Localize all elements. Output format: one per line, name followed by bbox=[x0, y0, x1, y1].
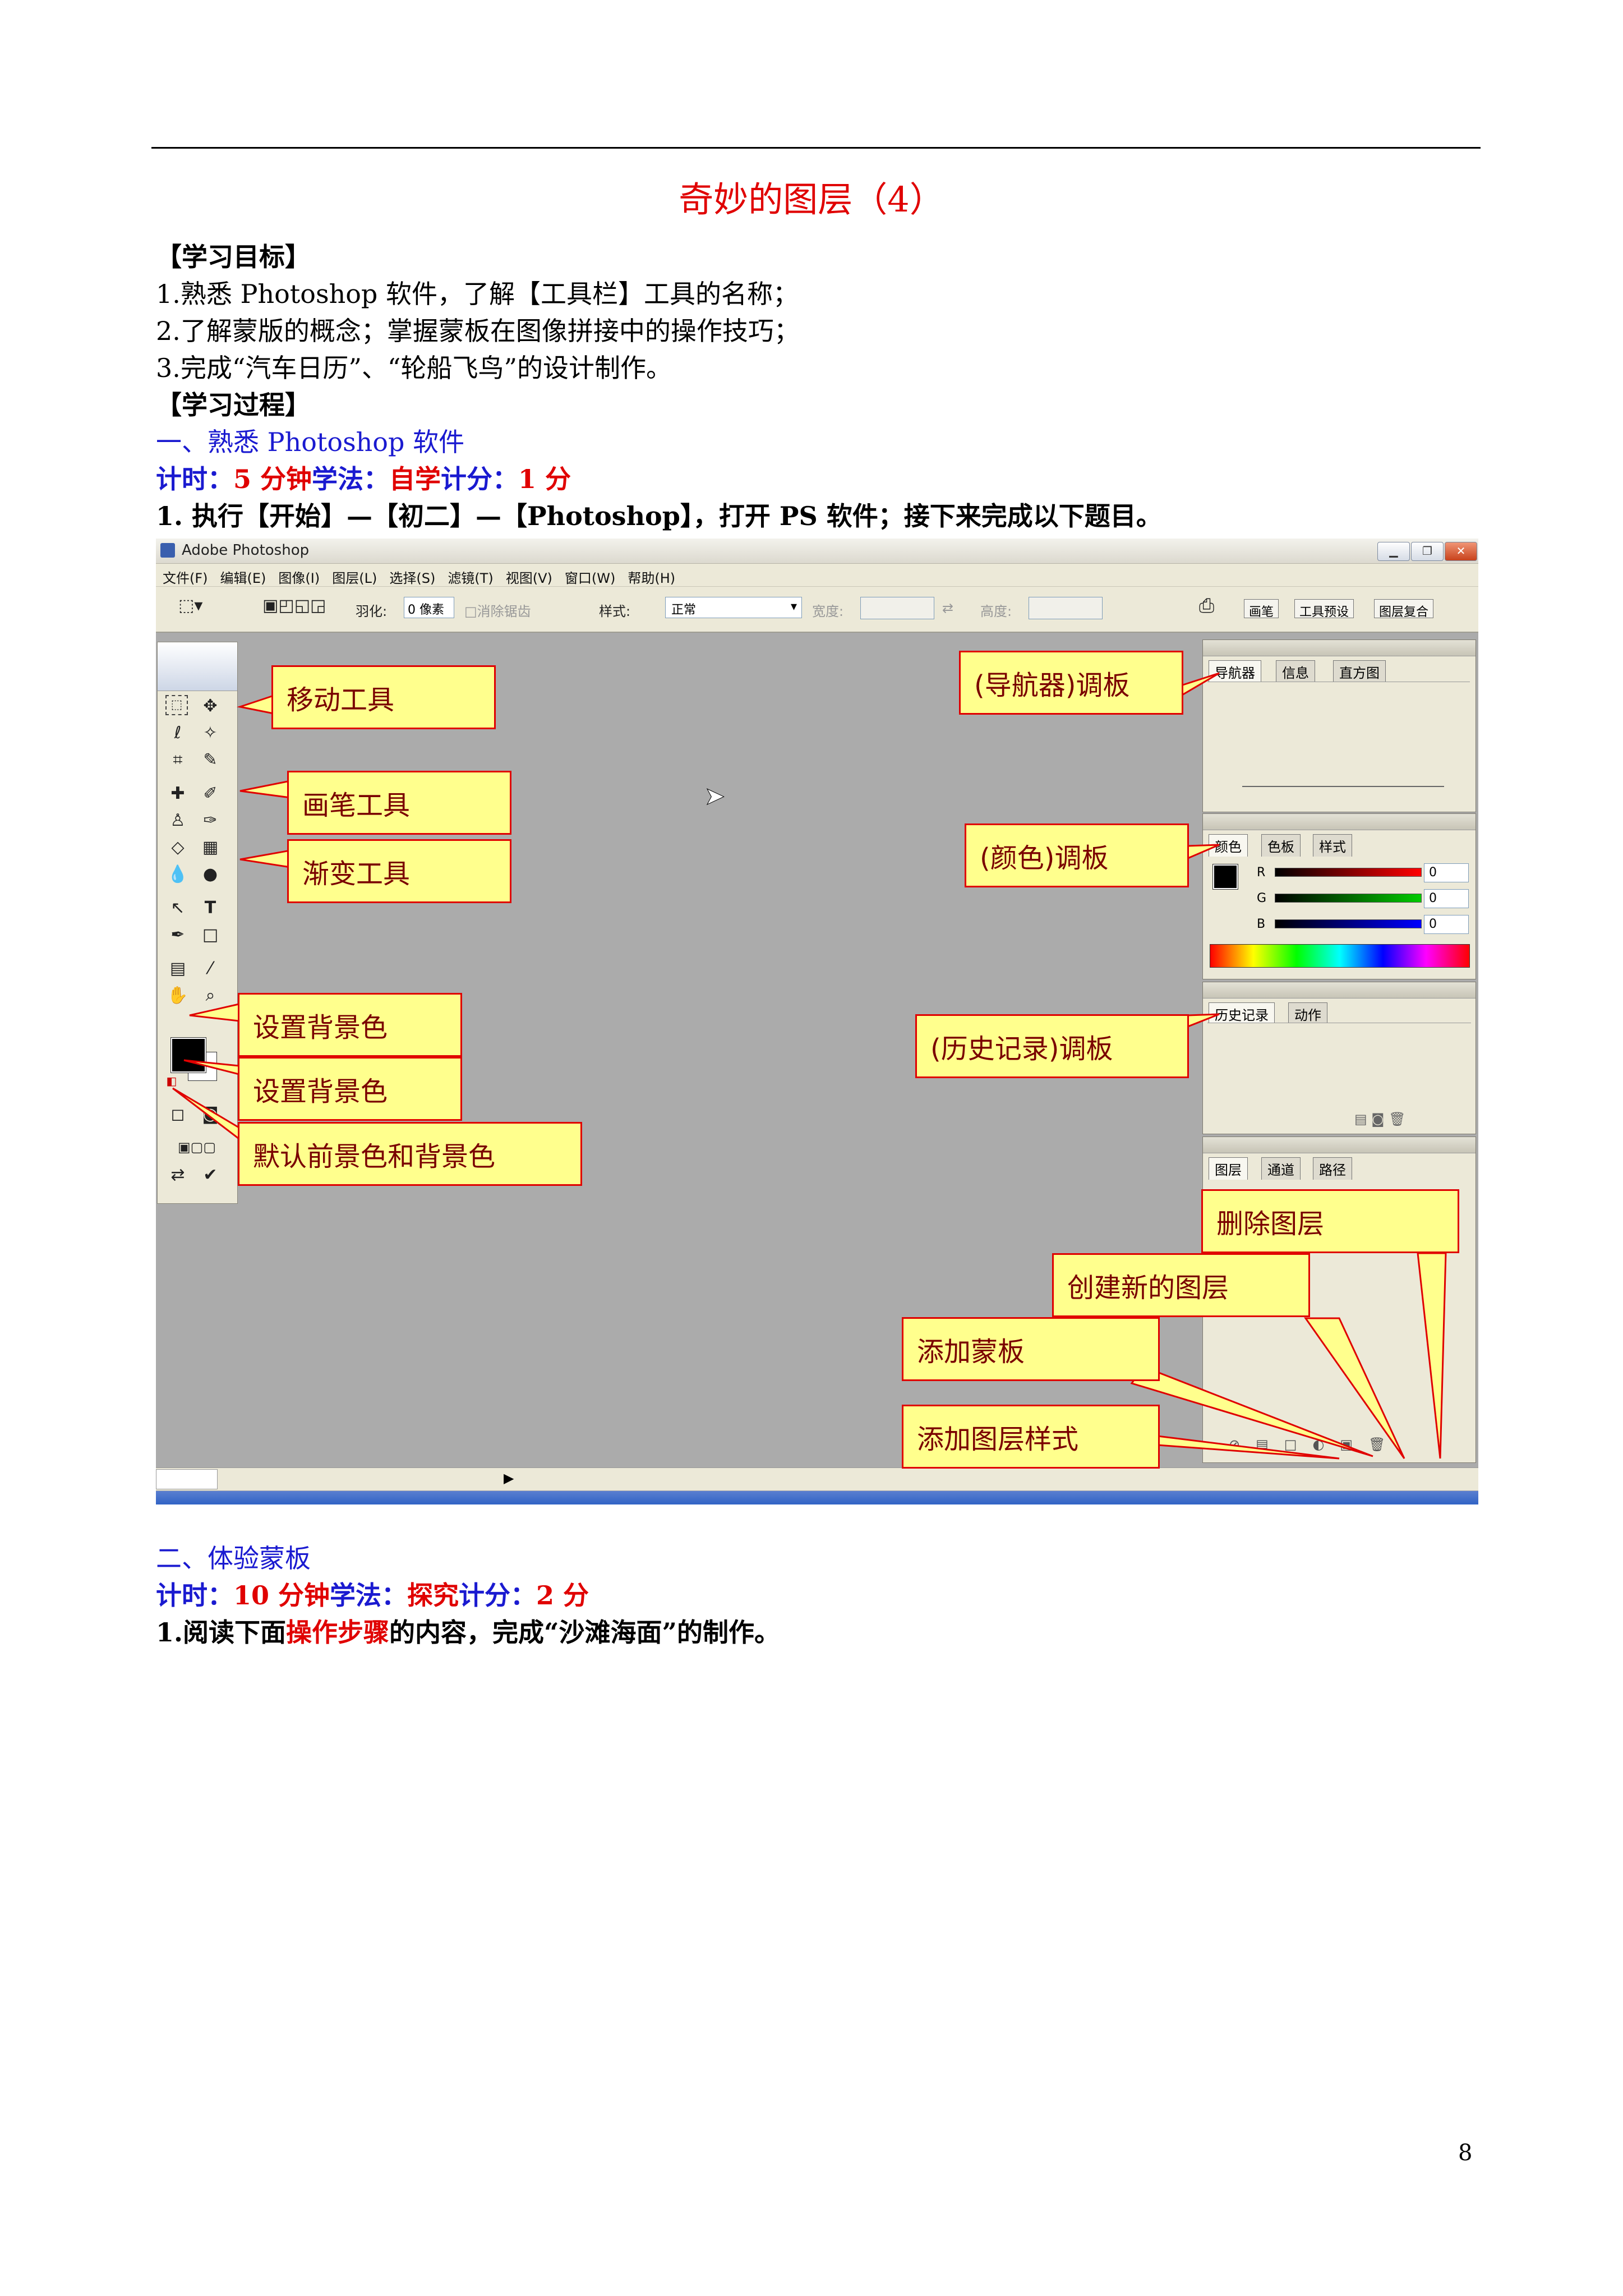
pointer-delete bbox=[1417, 1252, 1447, 1459]
pointer-bg1 bbox=[189, 1003, 240, 1022]
section2-step: 1.阅读下面操作步骤的内容，完成“沙滩海面”的制作。 bbox=[156, 1616, 780, 1649]
time-label: 计时： bbox=[156, 1580, 233, 1611]
method-value: 自学 bbox=[389, 464, 441, 494]
callout-history: (历史记录)调板 bbox=[915, 1014, 1189, 1078]
photoshop-screenshot: Adobe Photoshop ▁ ❐ ✕ 文件(F) 编辑(E) 图像(I) 图层(… bbox=[156, 539, 1478, 1504]
method-label: 学法： bbox=[312, 464, 390, 494]
pointer-gradient bbox=[239, 849, 292, 868]
pointer-color bbox=[1187, 844, 1220, 860]
time-label: 计时： bbox=[156, 464, 233, 494]
pointer-history bbox=[1187, 1013, 1220, 1028]
method-value: 探究 bbox=[407, 1580, 459, 1611]
score-value: 1 分 bbox=[518, 464, 571, 494]
callout-set-bg-1: 设置背景色 bbox=[238, 993, 462, 1057]
callout-default-colors: 默认前景色和背景色 bbox=[238, 1122, 582, 1186]
score-label: 计分： bbox=[459, 1580, 537, 1611]
pointer-navigator bbox=[1180, 672, 1220, 697]
section2-heading: 二、体验蒙板 bbox=[156, 1543, 311, 1573]
callout-add-mask: 添加蒙板 bbox=[902, 1317, 1160, 1381]
objective-item: 2.了解蒙版的概念；掌握蒙板在图像拼接中的操作技巧； bbox=[156, 316, 800, 346]
pointer-style bbox=[1156, 1435, 1340, 1460]
pointer-brush bbox=[239, 780, 292, 799]
header-rule bbox=[151, 147, 1481, 149]
time-value: 10 分钟 bbox=[233, 1580, 330, 1611]
callout-new-layer: 创建新的图层 bbox=[1052, 1253, 1310, 1317]
page-number: 8 bbox=[1458, 2140, 1473, 2166]
pointer-move bbox=[237, 694, 275, 715]
page-title: 奇妙的图层（4） bbox=[679, 179, 944, 220]
step-suffix: 的内容，完成“沙滩海面”的制作。 bbox=[389, 1617, 780, 1648]
section2-meta: 计时：10 分钟学法：探究计分：2 分 bbox=[156, 1579, 589, 1612]
callout-color: (颜色)调板 bbox=[965, 823, 1189, 887]
callout-set-bg-2: 设置背景色 bbox=[238, 1057, 462, 1121]
objective-item: 3.完成“汽车日历”、“轮船飞鸟”的设计制作。 bbox=[156, 353, 672, 383]
objective-item: 1.熟悉 Photoshop 软件，了解【工具栏】工具的名称； bbox=[156, 279, 799, 309]
objectives-heading: 【学习目标】 bbox=[156, 242, 311, 272]
callout-brush-tool: 画笔工具 bbox=[287, 771, 511, 835]
callout-navigator: (导航器)调板 bbox=[959, 651, 1183, 715]
callout-move-tool: 移动工具 bbox=[271, 665, 496, 729]
section1-heading: 一、熟悉 Photoshop 软件 bbox=[156, 427, 465, 457]
step-highlight: 操作步骤 bbox=[286, 1617, 390, 1648]
section1-meta: 计时：5 分钟学法：自学计分：1 分 bbox=[156, 462, 571, 496]
callout-gradient-tool: 渐变工具 bbox=[287, 839, 511, 903]
process-heading: 【学习过程】 bbox=[156, 390, 311, 420]
method-label: 学法： bbox=[330, 1580, 408, 1611]
time-value: 5 分钟 bbox=[233, 464, 312, 494]
callout-delete-layer: 删除图层 bbox=[1201, 1189, 1459, 1253]
pointer-bg2 bbox=[183, 1059, 240, 1075]
score-value: 2 分 bbox=[536, 1580, 589, 1611]
score-label: 计分： bbox=[441, 464, 519, 494]
pointer-default bbox=[172, 1087, 240, 1141]
section1-step: 1. 执行【开始】—【初二】—【Photoshop】，打开 PS 软件；接下来完… bbox=[156, 501, 1162, 531]
step-prefix: 1.阅读下面 bbox=[156, 1617, 287, 1648]
callout-add-layer-style: 添加图层样式 bbox=[902, 1405, 1160, 1469]
